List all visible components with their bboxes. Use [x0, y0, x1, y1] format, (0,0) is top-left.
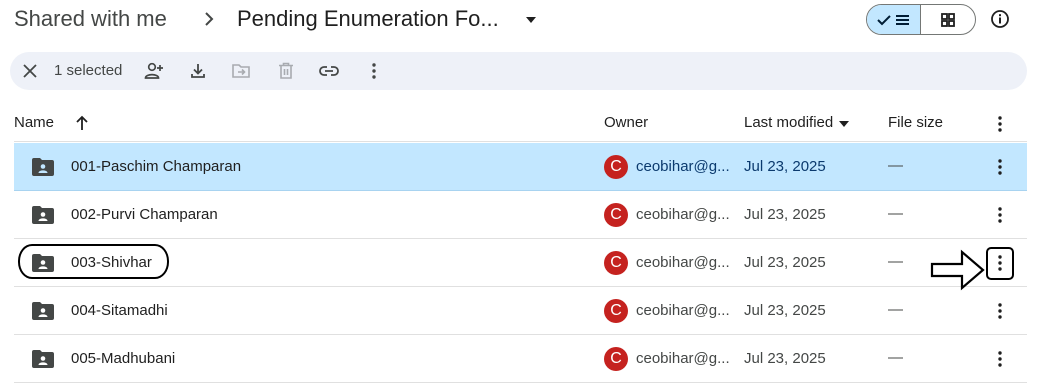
annotation-arrow-icon	[930, 249, 985, 291]
trash-icon	[279, 62, 293, 79]
table-row[interactable]: 002-Purvi Champaran C ceobihar@g... Jul …	[14, 191, 1027, 239]
link-icon	[319, 66, 339, 76]
close-icon	[23, 64, 37, 78]
last-modified: Jul 23, 2025	[744, 158, 826, 175]
list-icon	[896, 14, 909, 25]
owner-email: ceobihar@g...	[636, 158, 730, 175]
caret-down-icon[interactable]	[838, 120, 850, 128]
share-button[interactable]	[143, 60, 165, 82]
selected-count: 1 selected	[54, 62, 123, 79]
breadcrumb-current-folder[interactable]: Pending Enumeration Fo...	[237, 4, 499, 34]
list-view-button[interactable]	[867, 5, 922, 34]
more-vert-icon	[998, 207, 1002, 223]
row-more-button[interactable]	[988, 203, 1012, 227]
column-header-file-size[interactable]: File size	[888, 113, 943, 133]
file-size: —	[888, 349, 903, 366]
info-icon	[991, 10, 1009, 28]
avatar: C	[604, 347, 628, 371]
column-options-button[interactable]	[988, 112, 1012, 136]
header-divider	[14, 141, 1027, 142]
row-more-button[interactable]	[988, 347, 1012, 371]
file-size: —	[888, 253, 903, 270]
last-modified: Jul 23, 2025	[744, 350, 826, 367]
selection-toolbar: 1 selected	[10, 52, 1027, 90]
toolbar-more-button[interactable]	[363, 60, 385, 82]
header: Shared with me Pending Enumeration Fo...	[0, 0, 1040, 44]
add-person-icon	[144, 62, 163, 79]
file-name[interactable]: 001-Paschim Champaran	[71, 157, 241, 177]
download-button[interactable]	[187, 60, 209, 82]
owner-email: ceobihar@g...	[636, 206, 730, 223]
shared-folder-icon	[32, 206, 54, 224]
more-vert-icon	[998, 303, 1002, 319]
shared-folder-icon	[32, 302, 54, 320]
more-vert-icon	[998, 159, 1002, 175]
row-more-button[interactable]	[988, 155, 1012, 179]
shared-folder-icon	[32, 158, 54, 176]
avatar: C	[604, 251, 628, 275]
clear-selection-button[interactable]	[19, 60, 41, 82]
copy-link-button[interactable]	[318, 60, 340, 82]
owner-email: ceobihar@g...	[636, 254, 730, 271]
chevron-right-icon	[205, 12, 214, 26]
grid-view-button[interactable]	[921, 5, 975, 34]
file-size: —	[888, 157, 903, 174]
table-row[interactable]: 005-Madhubani C ceobihar@g... Jul 23, 20…	[14, 335, 1027, 383]
sort-arrow-up-icon[interactable]	[75, 115, 89, 131]
breadcrumb-shared-with-me[interactable]: Shared with me	[14, 4, 167, 34]
view-toggle	[866, 4, 976, 35]
move-to-folder-icon	[232, 64, 250, 78]
last-modified: Jul 23, 2025	[744, 254, 826, 271]
file-size: —	[888, 205, 903, 222]
owner-email: ceobihar@g...	[636, 350, 730, 367]
column-header-name[interactable]: Name	[14, 113, 54, 133]
caret-down-icon[interactable]	[525, 16, 537, 24]
annotation-highlight-ellipse	[18, 244, 169, 279]
trash-button[interactable]	[275, 60, 297, 82]
more-vert-icon	[998, 116, 1002, 132]
last-modified: Jul 23, 2025	[744, 206, 826, 223]
owner-email: ceobihar@g...	[636, 302, 730, 319]
shared-folder-icon	[32, 350, 54, 368]
more-vert-icon	[372, 63, 376, 79]
file-size: —	[888, 301, 903, 318]
file-name[interactable]: 005-Madhubani	[71, 349, 175, 369]
more-vert-icon	[998, 351, 1002, 367]
file-name[interactable]: 004-Sitamadhi	[71, 301, 168, 321]
last-modified: Jul 23, 2025	[744, 302, 826, 319]
avatar: C	[604, 299, 628, 323]
row-more-button[interactable]	[988, 299, 1012, 323]
check-icon	[877, 14, 891, 25]
info-button[interactable]	[987, 6, 1013, 32]
avatar: C	[604, 155, 628, 179]
table-row[interactable]: 004-Sitamadhi C ceobihar@g... Jul 23, 20…	[14, 287, 1027, 335]
table-row[interactable]: 001-Paschim Champaran C ceobihar@g... Ju…	[14, 143, 1027, 191]
column-header-last-modified[interactable]: Last modified	[744, 113, 833, 133]
download-icon	[191, 64, 205, 78]
avatar: C	[604, 203, 628, 227]
column-header-owner[interactable]: Owner	[604, 113, 648, 133]
annotation-highlight-box	[986, 247, 1014, 280]
file-name[interactable]: 002-Purvi Champaran	[71, 205, 218, 225]
grid-icon	[941, 12, 955, 27]
move-button[interactable]	[230, 60, 252, 82]
